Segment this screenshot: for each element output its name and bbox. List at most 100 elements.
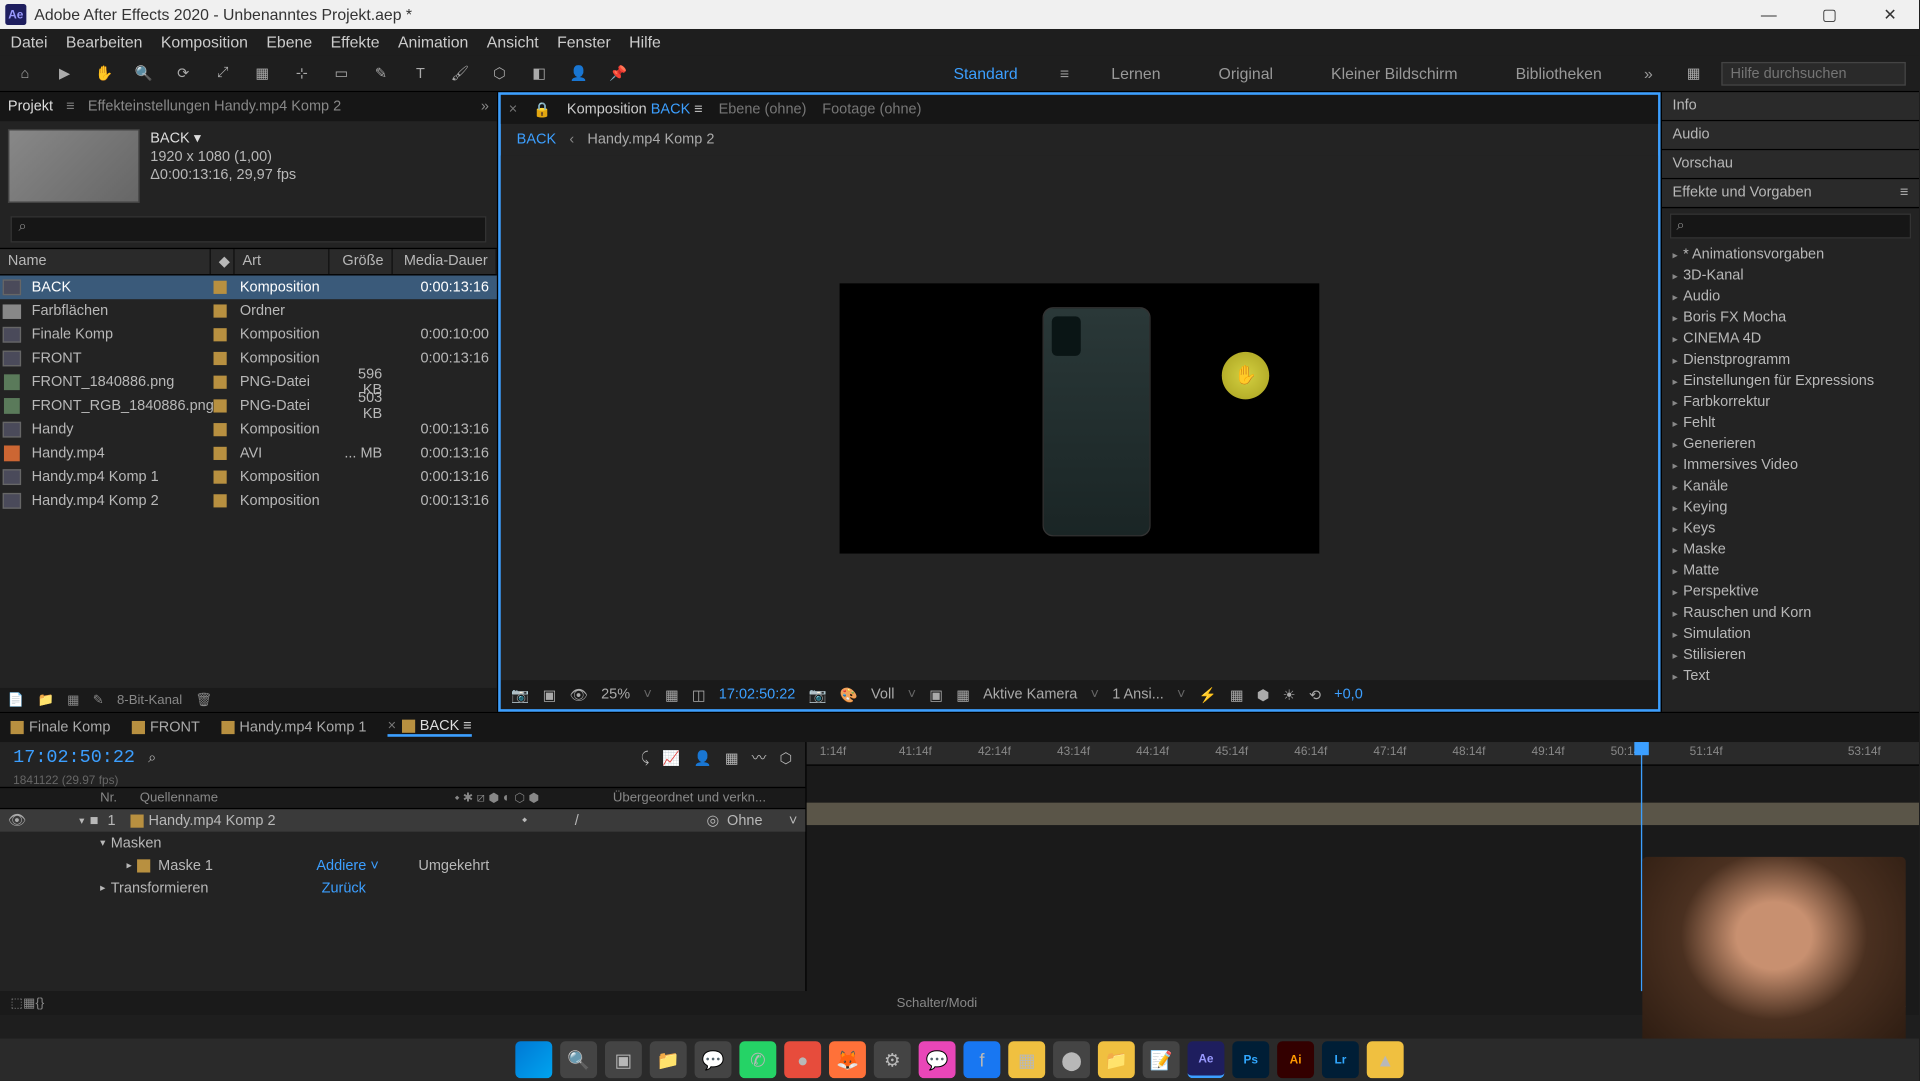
timeline-tab[interactable]: Handy.mp4 Komp 1 [221,720,367,736]
panel-audio[interactable]: Audio [1662,121,1919,150]
whatsapp-icon[interactable]: ✆ [739,1041,776,1078]
firefox-icon[interactable]: 🦊 [829,1041,866,1078]
channel-icon[interactable]: ▣ [543,686,557,703]
clone-tool-icon[interactable]: ⬡ [488,61,512,85]
camera-tool-icon[interactable]: ▦ [250,61,274,85]
guides-icon[interactable]: ▦ [956,686,970,703]
project-item[interactable]: Handy.mp4 Komp 2Komposition0:00:13:16 [0,489,497,513]
snapshot-icon[interactable]: 📷 [511,686,529,703]
workspace-kleiner-bildschirm[interactable]: Kleiner Bildschirm [1331,64,1458,82]
fast-preview-icon[interactable]: ⚡ [1199,686,1217,703]
workspace-original[interactable]: Original [1219,64,1274,82]
eye-icon[interactable]: 👁 [8,812,26,829]
workspace-overflow-icon[interactable]: » [1644,64,1653,82]
effect-category[interactable]: ▸Immersives Video [1662,455,1919,476]
workspace-lernen[interactable]: Lernen [1111,64,1160,82]
explorer-icon[interactable]: 📁 [650,1041,687,1078]
app-yellow-icon[interactable]: ▦ [1008,1041,1045,1078]
project-item[interactable]: HandyKomposition0:00:13:16 [0,418,497,442]
exposure-value[interactable]: +0,0 [1334,687,1363,703]
reset-exposure-icon[interactable]: ⟲ [1309,686,1321,703]
effect-category[interactable]: ▸Simulation [1662,623,1919,644]
tl-shy-icon[interactable]: 👤 [694,749,712,766]
effect-category[interactable]: ▸CINEMA 4D [1662,328,1919,349]
panel-preview[interactable]: Vorschau [1662,150,1919,179]
col-tag[interactable]: ◆ [211,249,235,274]
menu-datei[interactable]: Datei [11,33,48,51]
panel-effects[interactable]: Effekte und Vorgaben≡ [1662,179,1919,208]
effect-category[interactable]: ▸Rauschen und Korn [1662,602,1919,623]
app-red-icon[interactable]: ● [784,1041,821,1078]
mask-icon[interactable]: 👁 [570,686,588,703]
zoom-dropdown[interactable]: 25% [601,687,630,703]
effect-category[interactable]: ▸3D-Kanal [1662,265,1919,286]
new-folder-icon[interactable]: 📁 [38,693,54,707]
interpret-icon[interactable]: 📄 [8,693,24,707]
adjust-icon[interactable]: ✎ [93,693,104,707]
tl-graph-icon[interactable]: 📈 [662,749,680,766]
camera-icon[interactable]: 📷 [809,686,827,703]
after-effects-taskbar-icon[interactable]: Ae [1188,1041,1225,1078]
col-type[interactable]: Art [235,249,330,274]
layer-row[interactable]: 👁 ▾ ■ 1 Handy.mp4 Komp 2 ⬩ / ◎ Ohne ˅ [0,809,805,831]
layer-lock-icon[interactable]: ■ [90,813,99,829]
3d-icon[interactable]: ▦ [1230,686,1244,703]
effect-category[interactable]: ▸Generieren [1662,434,1919,455]
views-dropdown[interactable]: 1 Ansi... [1112,687,1164,703]
layer-bar[interactable] [807,803,1919,825]
active-camera[interactable]: Aktive Kamera [983,687,1077,703]
roto-tool-icon[interactable]: 👤 [567,61,591,85]
breadcrumb-comp[interactable]: Handy.mp4 Komp 2 [587,132,714,148]
new-comp-icon[interactable]: ▦ [67,693,79,707]
menu-komposition[interactable]: Komposition [161,33,248,51]
effect-category[interactable]: ▸Dienstprogramm [1662,349,1919,370]
col-name[interactable]: Name [0,249,211,274]
workspace-bibliotheken[interactable]: Bibliotheken [1516,64,1602,82]
hand-tool-icon[interactable]: ✋ [92,61,116,85]
tab-layer[interactable]: Ebene (ohne) [719,101,807,117]
tl-tool-icon[interactable]: ⤹ [641,749,650,766]
effect-category[interactable]: ▸Matte [1662,560,1919,581]
menu-fenster[interactable]: Fenster [557,33,611,51]
tl-toggle-icon[interactable]: ⬚ [11,996,23,1010]
app-icon-2[interactable]: ▲ [1367,1041,1404,1078]
viewer[interactable]: ✋ [501,156,1658,681]
effects-search[interactable]: ⌕ [1670,214,1911,239]
project-item[interactable]: FarbflächenOrdner [0,299,497,323]
menu-ebene[interactable]: Ebene [266,33,312,51]
menu-effekte[interactable]: Effekte [331,33,380,51]
region-icon[interactable]: ▣ [929,686,943,703]
resolution-dropdown[interactable]: Voll [871,687,894,703]
text-tool-icon[interactable]: T [409,61,433,85]
task-view-icon[interactable]: ▣ [605,1041,642,1078]
tl-blur-icon[interactable]: ⬡ [779,749,792,766]
tab-project[interactable]: Projekt [8,99,53,115]
effect-category[interactable]: ▸Keying [1662,497,1919,518]
orbit-tool-icon[interactable]: ⟳ [171,61,195,85]
project-item[interactable]: FRONT_RGB_1840886.pngPNG-Datei503 KB [0,394,497,418]
viewer-timecode[interactable]: 17:02:50:22 [719,687,796,703]
timeline-ruler[interactable]: 1:14f41:14f42:14f43:14f44:14f45:14f46:14… [807,742,1919,766]
col-size[interactable]: Größe [330,249,393,274]
effect-category[interactable]: ▸Einstellungen für Expressions [1662,370,1919,391]
project-item[interactable]: Handy.mp4 Komp 1Komposition0:00:13:16 [0,465,497,489]
zoom-tool-icon[interactable]: 🔍 [132,61,156,85]
panel-overflow-icon[interactable]: » [481,99,489,115]
lightroom-icon[interactable]: Lr [1322,1041,1359,1078]
menu-bearbeiten[interactable]: Bearbeiten [66,33,143,51]
messenger-icon[interactable]: 💬 [919,1041,956,1078]
eraser-tool-icon[interactable]: ◧ [527,61,551,85]
folder-taskbar-icon[interactable]: 📁 [1098,1041,1135,1078]
start-button[interactable] [515,1041,552,1078]
tab-effect-settings[interactable]: Effekteinstellungen Handy.mp4 Komp 2 [88,99,341,115]
menu-animation[interactable]: Animation [398,33,468,51]
tab-composition[interactable]: Komposition BACK ≡ [567,101,703,117]
effect-category[interactable]: ▸* Animationsvorgaben [1662,244,1919,265]
illustrator-icon[interactable]: Ai [1277,1041,1314,1078]
panel-lock-icon[interactable]: 🔒 [533,101,551,118]
col-duration[interactable]: Media-Dauer [393,249,497,274]
transparency-icon[interactable]: ◫ [692,686,706,703]
workspace-standard[interactable]: Standard [953,64,1017,82]
renderer-icon[interactable]: ⬢ [1257,686,1270,703]
transform-row[interactable]: ▸ Transformieren Zurück [0,876,805,898]
